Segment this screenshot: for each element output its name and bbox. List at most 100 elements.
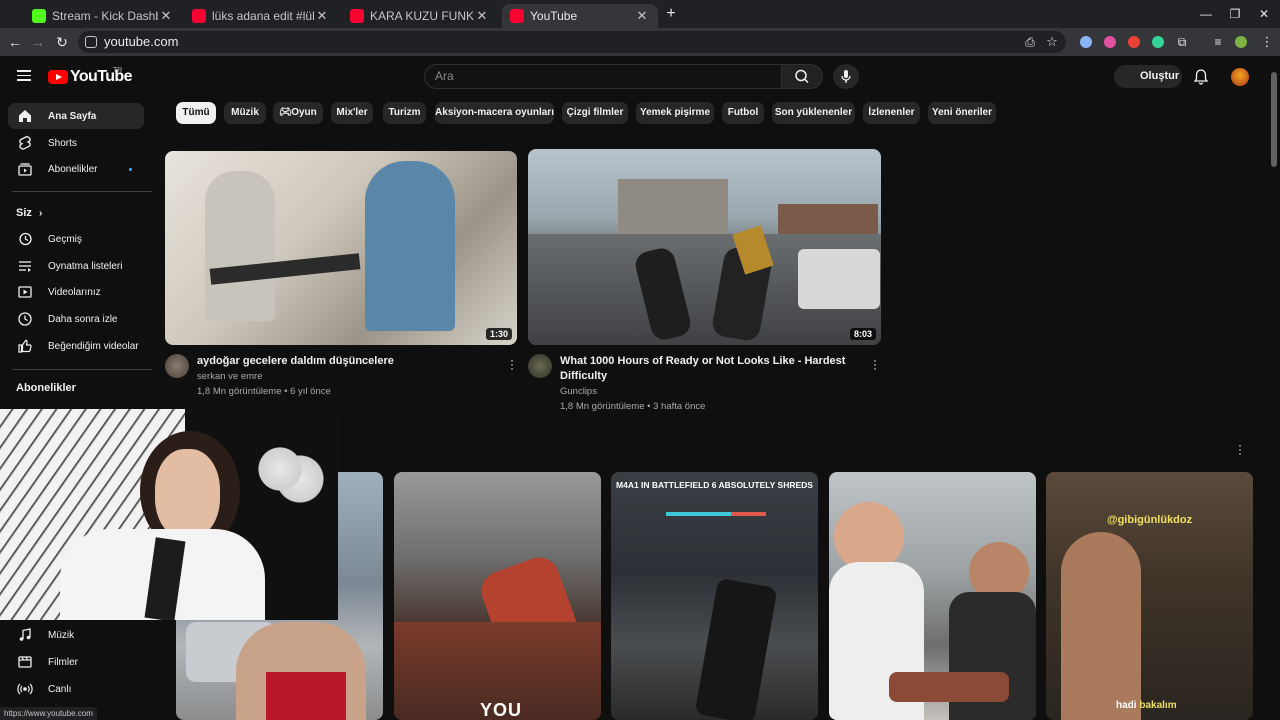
chip-watched[interactable]: İzlenenler (863, 102, 920, 124)
overlay-word: bakalım (1139, 700, 1177, 711)
restore-icon[interactable]: ❐ (1225, 5, 1245, 23)
extension-icon[interactable] (1104, 36, 1116, 48)
movies-icon (18, 656, 32, 668)
chevron-right-icon: › (38, 208, 43, 219)
webcam-overlay (0, 409, 338, 620)
sidebar-item-label: Oynatma listeleri (48, 260, 123, 272)
video-thumbnail[interactable]: 8:03 (528, 149, 881, 345)
browser-tab-kara-kuzu[interactable]: KARA KUZU FUNK - YouTube ✕ (342, 4, 498, 28)
more-options-icon[interactable]: · · · (871, 354, 879, 374)
video-title[interactable]: What 1000 Hours of Ready or Not Looks Li… (560, 354, 860, 384)
channel-name[interactable]: serkan ve emre (197, 369, 262, 384)
chip-all[interactable]: Tümü (176, 102, 216, 124)
thumbs-up-icon (18, 339, 32, 353)
sidebar-item-subscriptions[interactable]: Abonelikler (8, 156, 144, 182)
close-tab-icon[interactable]: ✕ (474, 8, 490, 24)
video-stats: 1,8 Mn görüntüleme • 6 yıl önce (197, 386, 331, 397)
browser-tab-strip: Stream - Kick Dashboard ✕ lüks adana edi… (0, 0, 1280, 28)
subscriptions-icon (18, 163, 32, 176)
youtube-favicon-icon (350, 9, 364, 23)
address-bar[interactable]: youtube.com (78, 31, 1066, 53)
minimize-icon[interactable]: — (1196, 5, 1216, 23)
sidebar-item-liked-videos[interactable]: Beğendiğim videolar (8, 333, 144, 359)
site-info-icon[interactable] (85, 36, 97, 48)
video-thumbnail[interactable]: 1:30 (165, 151, 517, 345)
channel-avatar[interactable] (528, 354, 552, 378)
hamburger-menu-icon[interactable] (17, 70, 31, 81)
chip-tourism[interactable]: Turizm (383, 102, 426, 124)
sidebar-item-label: Shorts (48, 137, 77, 149)
channel-avatar[interactable] (165, 354, 189, 378)
close-tab-icon[interactable]: ✕ (158, 8, 174, 24)
browser-tab-youtube[interactable]: YouTube ✕ (502, 4, 658, 28)
sidebar-item-history[interactable]: Geçmiş (8, 226, 144, 252)
video-title[interactable]: aydoğar gecelere daldım düşüncelere (197, 354, 497, 369)
sidebar-item-label: Ana Sayfa (48, 110, 97, 122)
sidebar-item-playlists[interactable]: Oynatma listeleri (8, 253, 144, 279)
chip-cartoons[interactable]: Çizgi filmler (562, 102, 628, 124)
extension-icon[interactable] (1128, 36, 1140, 48)
you-heading-label: Siz (16, 207, 32, 219)
forward-icon[interactable]: → (28, 32, 48, 52)
sidebar-subscriptions-heading: Abonelikler (16, 382, 76, 394)
reload-icon[interactable]: ↻ (52, 32, 72, 52)
sidebar-item-label: Müzik (48, 629, 75, 641)
account-avatar[interactable] (1231, 68, 1249, 86)
sidebar-item-home[interactable]: Ana Sayfa (8, 103, 144, 129)
short-thumbnail[interactable]: YOU (394, 472, 601, 720)
sidebar-item-shorts[interactable]: Shorts (8, 130, 144, 156)
sidebar-item-movies[interactable]: Filmler (8, 649, 144, 675)
sidebar-item-live[interactable]: Canlı (8, 676, 144, 702)
short-thumbnail[interactable]: M4A1 IN BATTLEFIELD 6 ABSOLUTELY SHREDS (611, 472, 818, 720)
youtube-logo-text[interactable]: YouTube (70, 68, 132, 86)
reading-list-icon[interactable]: ≡ (1208, 32, 1228, 52)
close-tab-icon[interactable]: ✕ (314, 8, 330, 24)
extensions-puzzle-icon[interactable]: ⧉ (1172, 32, 1192, 52)
profile-avatar[interactable] (1235, 36, 1247, 48)
overlay-word: hadi (1116, 700, 1137, 711)
chip-new-to-you[interactable]: Yeni öneriler (928, 102, 996, 124)
video-title-line: Difficulty (560, 370, 608, 382)
back-icon[interactable]: ← (5, 32, 25, 52)
shorts-icon (19, 135, 31, 151)
search-button[interactable] (781, 64, 823, 89)
kick-favicon-icon (32, 9, 46, 23)
short-thumbnail[interactable]: @gibigünlükdoz hadi bakalım (1046, 472, 1253, 720)
new-tab-button[interactable]: + (662, 5, 680, 23)
sidebar-item-label: Abonelikler (48, 163, 98, 175)
browser-tab-luks-adana[interactable]: lüks adana edit #lüksadana #lü ✕ (184, 4, 338, 28)
close-window-icon[interactable]: ✕ (1254, 5, 1274, 23)
shelf-more-options-icon[interactable]: · · · (1236, 439, 1244, 459)
page-scrollbar[interactable] (1271, 72, 1277, 167)
close-tab-icon[interactable]: ✕ (634, 8, 650, 24)
channel-name[interactable]: Gunclips (560, 384, 597, 399)
create-button[interactable]: Oluştur (1114, 65, 1182, 88)
chip-football[interactable]: Futbol (722, 102, 764, 124)
tab-title: KARA KUZU FUNK - YouTube (370, 9, 474, 23)
voice-search-button[interactable] (833, 64, 859, 89)
sidebar-item-watch-later[interactable]: Daha sonra izle (8, 306, 144, 332)
short-thumbnail[interactable] (829, 472, 1036, 720)
youtube-logo-icon[interactable] (48, 70, 68, 84)
extension-icon[interactable] (1152, 36, 1164, 48)
chip-action-adventure[interactable]: Aksiyon-macera oyunları (435, 102, 554, 124)
bookmark-star-icon[interactable]: ☆ (1042, 32, 1062, 52)
playlists-icon (19, 261, 31, 272)
chip-recently-uploaded[interactable]: Son yüklenenler (772, 102, 855, 124)
notifications-bell-icon[interactable] (1192, 68, 1210, 86)
install-app-icon[interactable]: ⎙ (1020, 32, 1040, 52)
browser-menu-icon[interactable]: ⋮ (1257, 32, 1277, 52)
sidebar-you-heading[interactable]: Siz › (16, 207, 42, 219)
chip-gaming[interactable]: 🎮︎ Oyun (273, 102, 323, 124)
chip-cooking[interactable]: Yemek pişirme (636, 102, 714, 124)
extension-icon[interactable] (1080, 36, 1092, 48)
sidebar-item-your-videos[interactable]: Videolarınız (8, 279, 144, 305)
browser-tab-kick[interactable]: Stream - Kick Dashboard ✕ (24, 4, 182, 28)
chip-mixes[interactable]: Mix'ler (331, 102, 373, 124)
sidebar-item-music[interactable]: Müzik (8, 622, 144, 648)
more-options-icon[interactable]: · · · (508, 354, 516, 374)
search-input[interactable]: Ara (424, 64, 782, 89)
video-stats: 1,8 Mn görüntüleme • 3 hafta önce (560, 401, 706, 412)
chip-music[interactable]: Müzik (224, 102, 266, 124)
sidebar-item-label: Filmler (48, 656, 78, 668)
